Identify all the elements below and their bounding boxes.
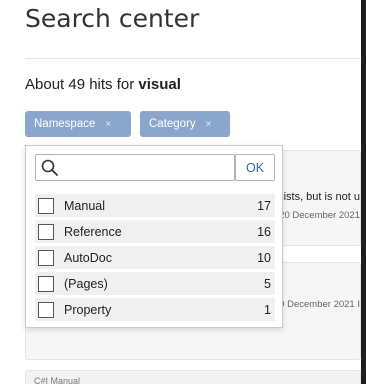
option-label: Property	[64, 302, 112, 317]
filter-search-input[interactable]	[62, 158, 234, 179]
divider	[25, 58, 361, 59]
result-card[interactable]: C#I Manual	[25, 370, 361, 386]
checkbox[interactable]	[38, 275, 54, 292]
option-label: Manual	[64, 198, 105, 213]
filter-option-manual[interactable]: Manual 17	[35, 194, 275, 217]
filter-option-reference[interactable]: Reference 16	[35, 220, 275, 243]
checkbox[interactable]	[38, 197, 54, 214]
filter-option-autodoc[interactable]: AutoDoc 10	[35, 246, 275, 269]
option-label: (Pages)	[64, 276, 108, 291]
remove-filter-icon[interactable]: ×	[105, 119, 111, 130]
option-count: 16	[257, 224, 271, 239]
filter-option-pages[interactable]: (Pages) 5	[35, 272, 275, 295]
filter-chip-label: Category	[149, 118, 196, 130]
filter-search-row: OK	[35, 154, 275, 181]
result-snippet: ists, but is not u	[283, 191, 360, 203]
option-count: 17	[257, 198, 271, 213]
window-edge	[361, 0, 366, 384]
filter-chip-category[interactable]: Category ×	[140, 111, 230, 137]
results-summary: About 49 hits for visual	[25, 76, 181, 93]
checkbox[interactable]	[38, 301, 54, 318]
namespace-filter-dropdown: OK Manual 17 Reference 16 AutoDoc 10 (Pa…	[25, 145, 283, 328]
result-title[interactable]: C#I Manual	[34, 376, 80, 386]
option-label: AutoDoc	[64, 250, 112, 265]
filter-option-property[interactable]: Property 1	[35, 298, 275, 321]
filter-search-field[interactable]	[35, 154, 235, 181]
result-date: 20 December 2021	[279, 210, 360, 221]
summary-prefix: About 49 hits for	[25, 76, 139, 93]
filter-chip-label: Namespace	[34, 118, 96, 130]
option-count: 10	[257, 250, 271, 265]
summary-query: visual	[138, 76, 181, 93]
result-date: 0 December 2021 I	[279, 299, 360, 310]
option-label: Reference	[64, 224, 122, 239]
filter-chip-namespace[interactable]: Namespace ×	[25, 111, 131, 137]
checkbox[interactable]	[38, 249, 54, 266]
page-title: Search center	[25, 4, 200, 33]
checkbox[interactable]	[38, 223, 54, 240]
option-count: 5	[264, 276, 271, 291]
remove-filter-icon[interactable]: ×	[206, 119, 212, 130]
option-count: 1	[264, 302, 271, 317]
search-icon	[41, 159, 58, 176]
ok-button[interactable]: OK	[235, 154, 275, 181]
